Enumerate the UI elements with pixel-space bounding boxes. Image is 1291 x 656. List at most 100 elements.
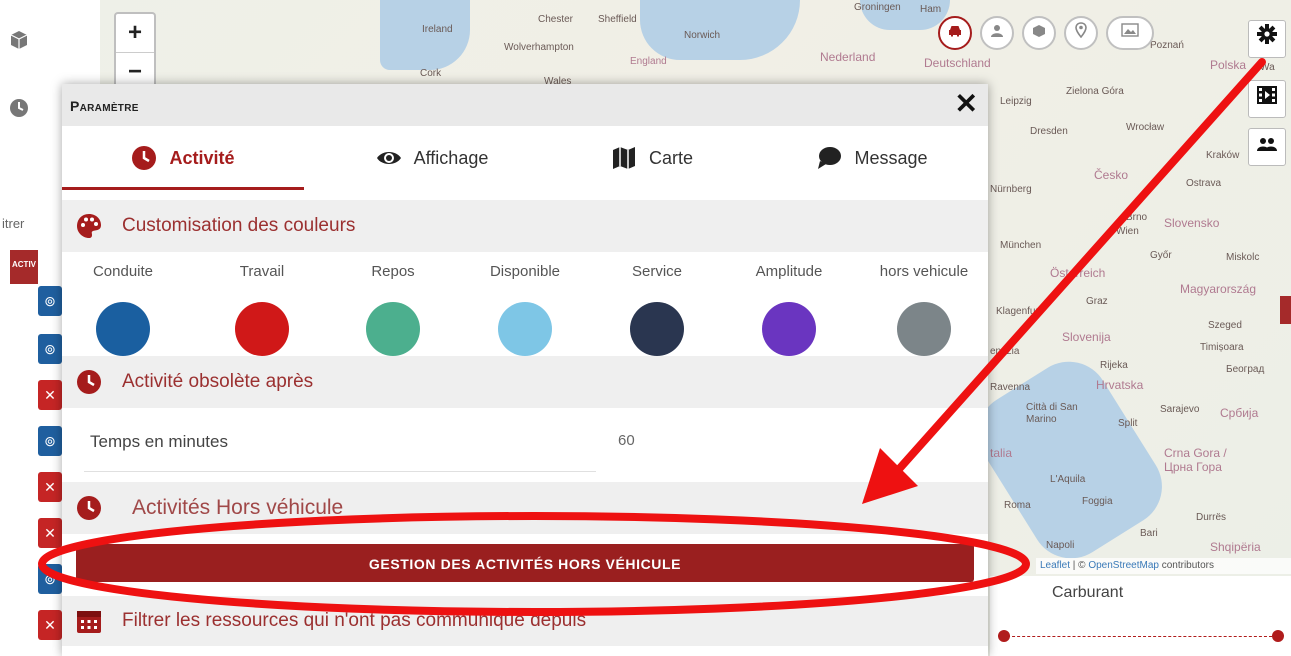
map-label: Brno [1126, 212, 1148, 223]
map-label: Nederland [820, 50, 876, 64]
activity-badge[interactable]: ⊚ [38, 286, 62, 316]
color-label: Travail [239, 263, 285, 280]
zoom-in-button[interactable]: + [116, 14, 154, 52]
section-title: Activités Hors véhicule [132, 496, 344, 519]
map-label: Ravenna [990, 382, 1031, 393]
map-label: Србија [1220, 406, 1259, 420]
settings-modal: Paramètre ✕ Activité Affichage Carte Mes… [62, 84, 988, 656]
section-title: Filtrer les ressources qui n'ont pas com… [122, 610, 587, 631]
panel-toggle-tab[interactable] [1280, 296, 1291, 324]
fuel-timeline [1002, 636, 1272, 637]
driver-filter-button[interactable] [980, 16, 1014, 50]
activity-badge[interactable]: ✕ [38, 518, 62, 548]
map-label: Ham [920, 4, 942, 15]
asset-filter-button[interactable] [1022, 16, 1056, 50]
manage-offvehicle-activities-button[interactable]: GESTION DES ACTIVITÉS HORS VÉHICULE [76, 544, 974, 582]
color-swatch[interactable] [498, 302, 552, 356]
attribution-contributors: contributors [1158, 560, 1214, 571]
activity-badge[interactable]: ✕ [38, 610, 62, 640]
map-label: Ostrava [1186, 178, 1222, 189]
map-label: Rijeka [1100, 360, 1128, 371]
color-swatch[interactable] [630, 302, 684, 356]
map-label: Crna Gora / Црна Гора [1164, 446, 1227, 474]
color-swatch[interactable] [366, 302, 420, 356]
fuel-panel: Carburant [990, 576, 1291, 656]
box-icon [1032, 25, 1046, 41]
osm-link[interactable]: OpenStreetMap [1088, 560, 1159, 571]
activity-badge[interactable]: ⊚ [38, 564, 62, 594]
map-label: Chester [538, 14, 574, 25]
map-label: Klagenfurt [996, 306, 1042, 317]
map-label: Wolverhampton [504, 42, 574, 53]
modal-header: Paramètre ✕ [62, 84, 988, 126]
color-swatch[interactable] [235, 302, 289, 356]
color-label: Disponible [489, 263, 561, 280]
section-colors-header: Customisation des couleurs [62, 200, 988, 252]
activity-column-header[interactable]: ACTIV [10, 250, 38, 284]
minutes-label: Temps en minutes [90, 432, 228, 451]
map-label: Poznań [1150, 40, 1184, 51]
tab-message[interactable]: Message [792, 126, 952, 190]
tab-label: Activité [169, 147, 235, 168]
section-obsolete-header: Activité obsolète après [62, 356, 988, 408]
color-item-repos: Repos [338, 252, 448, 356]
tab-label: Affichage [413, 147, 489, 168]
map-label: Zielona Góra [1066, 86, 1124, 97]
map-label: Sarajevo [1160, 404, 1200, 415]
map-label: enezia [990, 346, 1020, 357]
color-item-disponible: Disponible [470, 252, 580, 356]
leaflet-link[interactable]: Leaflet [1040, 560, 1070, 571]
map-label: Deutschland [924, 56, 991, 70]
vehicle-filter-button[interactable] [938, 16, 972, 50]
map-label: Szeged [1208, 320, 1242, 331]
fuel-start-marker[interactable] [998, 630, 1010, 642]
color-label: Conduite [92, 263, 154, 280]
activity-badge[interactable]: ⊚ [38, 426, 62, 456]
settings-button[interactable] [1248, 20, 1286, 58]
map-label: Wa [1260, 62, 1275, 73]
map-pin-icon [1075, 22, 1087, 41]
tab-carte[interactable]: Carte [582, 126, 722, 190]
tab-bar: Activité Affichage Carte Message [62, 126, 988, 190]
color-label: Amplitude [755, 263, 823, 280]
map-label: Ireland [422, 24, 453, 35]
color-item-amplitude: Amplitude [734, 252, 844, 356]
map-label: L'Aquila [1050, 474, 1086, 485]
group-button[interactable] [1248, 128, 1286, 166]
map-label: Foggia [1082, 496, 1113, 507]
modal-title: Paramètre [70, 98, 139, 114]
eye-icon [376, 152, 401, 164]
minutes-value[interactable]: 60 [618, 432, 635, 449]
tab-activite[interactable]: Activité [62, 126, 304, 190]
map-label: Leipzig [1000, 96, 1032, 107]
activity-badge[interactable]: ✕ [38, 472, 62, 502]
color-item-travail: Travail [207, 252, 317, 356]
map-label: München [1000, 240, 1042, 251]
cube-icon[interactable] [8, 30, 30, 52]
close-icon[interactable]: ✕ [955, 90, 978, 118]
activity-badge[interactable]: ✕ [38, 380, 62, 410]
color-item-conduite: Conduite [68, 252, 178, 356]
user-icon [990, 25, 1004, 41]
activity-badge[interactable]: ⊚ [38, 334, 62, 364]
fuel-end-marker[interactable] [1272, 630, 1284, 642]
map-label: Durrës [1196, 512, 1227, 523]
video-button[interactable] [1248, 80, 1286, 118]
attribution-separator: | © [1070, 560, 1089, 571]
clock-icon[interactable] [8, 98, 30, 120]
map-label: Città di San Marino [1026, 402, 1078, 425]
color-swatch[interactable] [762, 302, 816, 356]
map-label: Bari [1140, 528, 1158, 539]
chat-icon [818, 147, 842, 169]
map-label: Győr [1150, 250, 1172, 261]
clock-icon [132, 146, 157, 170]
tab-affichage[interactable]: Affichage [332, 126, 532, 190]
map-label: Napoli [1046, 540, 1075, 551]
color-swatch[interactable] [96, 302, 150, 356]
layer-toggle-button[interactable] [1106, 16, 1154, 50]
color-label: Repos [371, 263, 415, 280]
tools-icon: ✕ [44, 525, 56, 541]
color-swatch[interactable] [897, 302, 951, 356]
poi-filter-button[interactable] [1064, 16, 1098, 50]
steering-wheel-icon: ⊚ [44, 293, 56, 309]
